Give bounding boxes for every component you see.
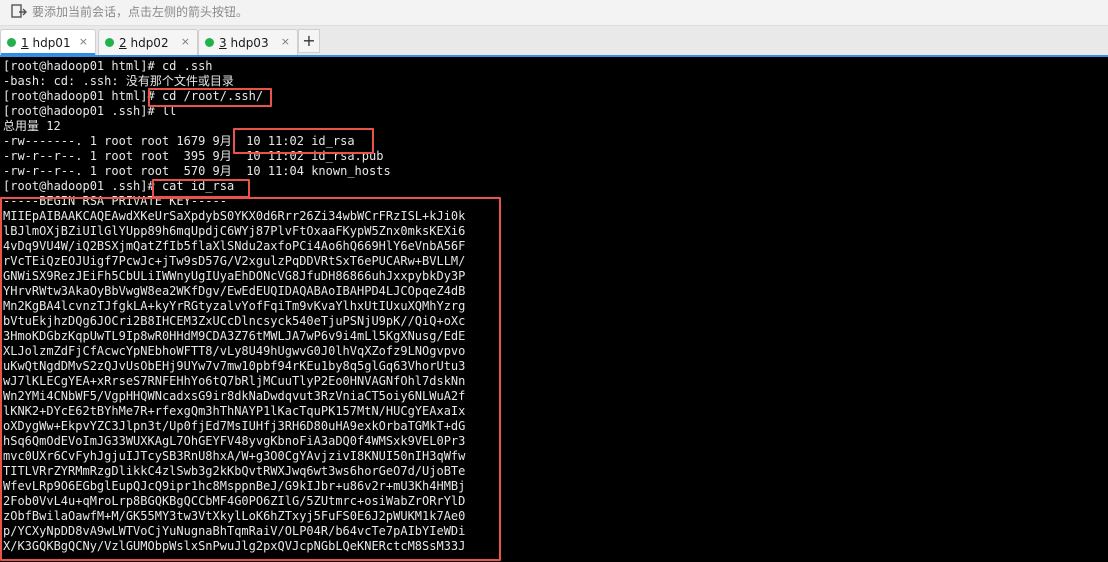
close-tab-icon[interactable]: × [79, 35, 88, 49]
terminal-line: 总用量 12 [3, 119, 61, 133]
terminal-line: -bash: cd: .ssh: 没有那个文件或目录 [3, 74, 234, 88]
connected-status-icon [105, 38, 114, 47]
terminal-line: -rw-r--r--. 1 root root 570 9月 10 11:04 … [3, 164, 391, 178]
connected-status-icon [7, 38, 16, 47]
close-tab-icon[interactable]: × [281, 35, 290, 49]
highlight-box-private-key [0, 197, 501, 561]
tab-hdp02[interactable]: 2 hdp02 × [98, 29, 198, 55]
terminal-line: [root@hadoop01 html]# cd .ssh [3, 59, 213, 73]
session-hint-bar: 要添加当前会话，点击左侧的箭头按钮。 [0, 0, 1108, 26]
tab-label: 3 hdp03 [219, 36, 269, 50]
add-session-arrow-icon[interactable] [10, 3, 28, 21]
connected-status-icon [205, 38, 214, 47]
highlight-box-id-rsa [233, 128, 374, 154]
tab-label: 2 hdp02 [119, 36, 169, 50]
highlight-box-cd-command [148, 88, 272, 107]
tab-hdp01[interactable]: 1 hdp01 × [0, 29, 96, 55]
session-hint-text: 要添加当前会话，点击左侧的箭头按钮。 [32, 5, 249, 19]
tab-hdp03[interactable]: 3 hdp03 × [198, 29, 298, 55]
highlight-box-cat-command [152, 179, 250, 198]
close-tab-icon[interactable]: × [181, 35, 190, 49]
tab-label: 1 hdp01 [21, 36, 71, 50]
new-tab-button[interactable]: + [298, 29, 320, 53]
